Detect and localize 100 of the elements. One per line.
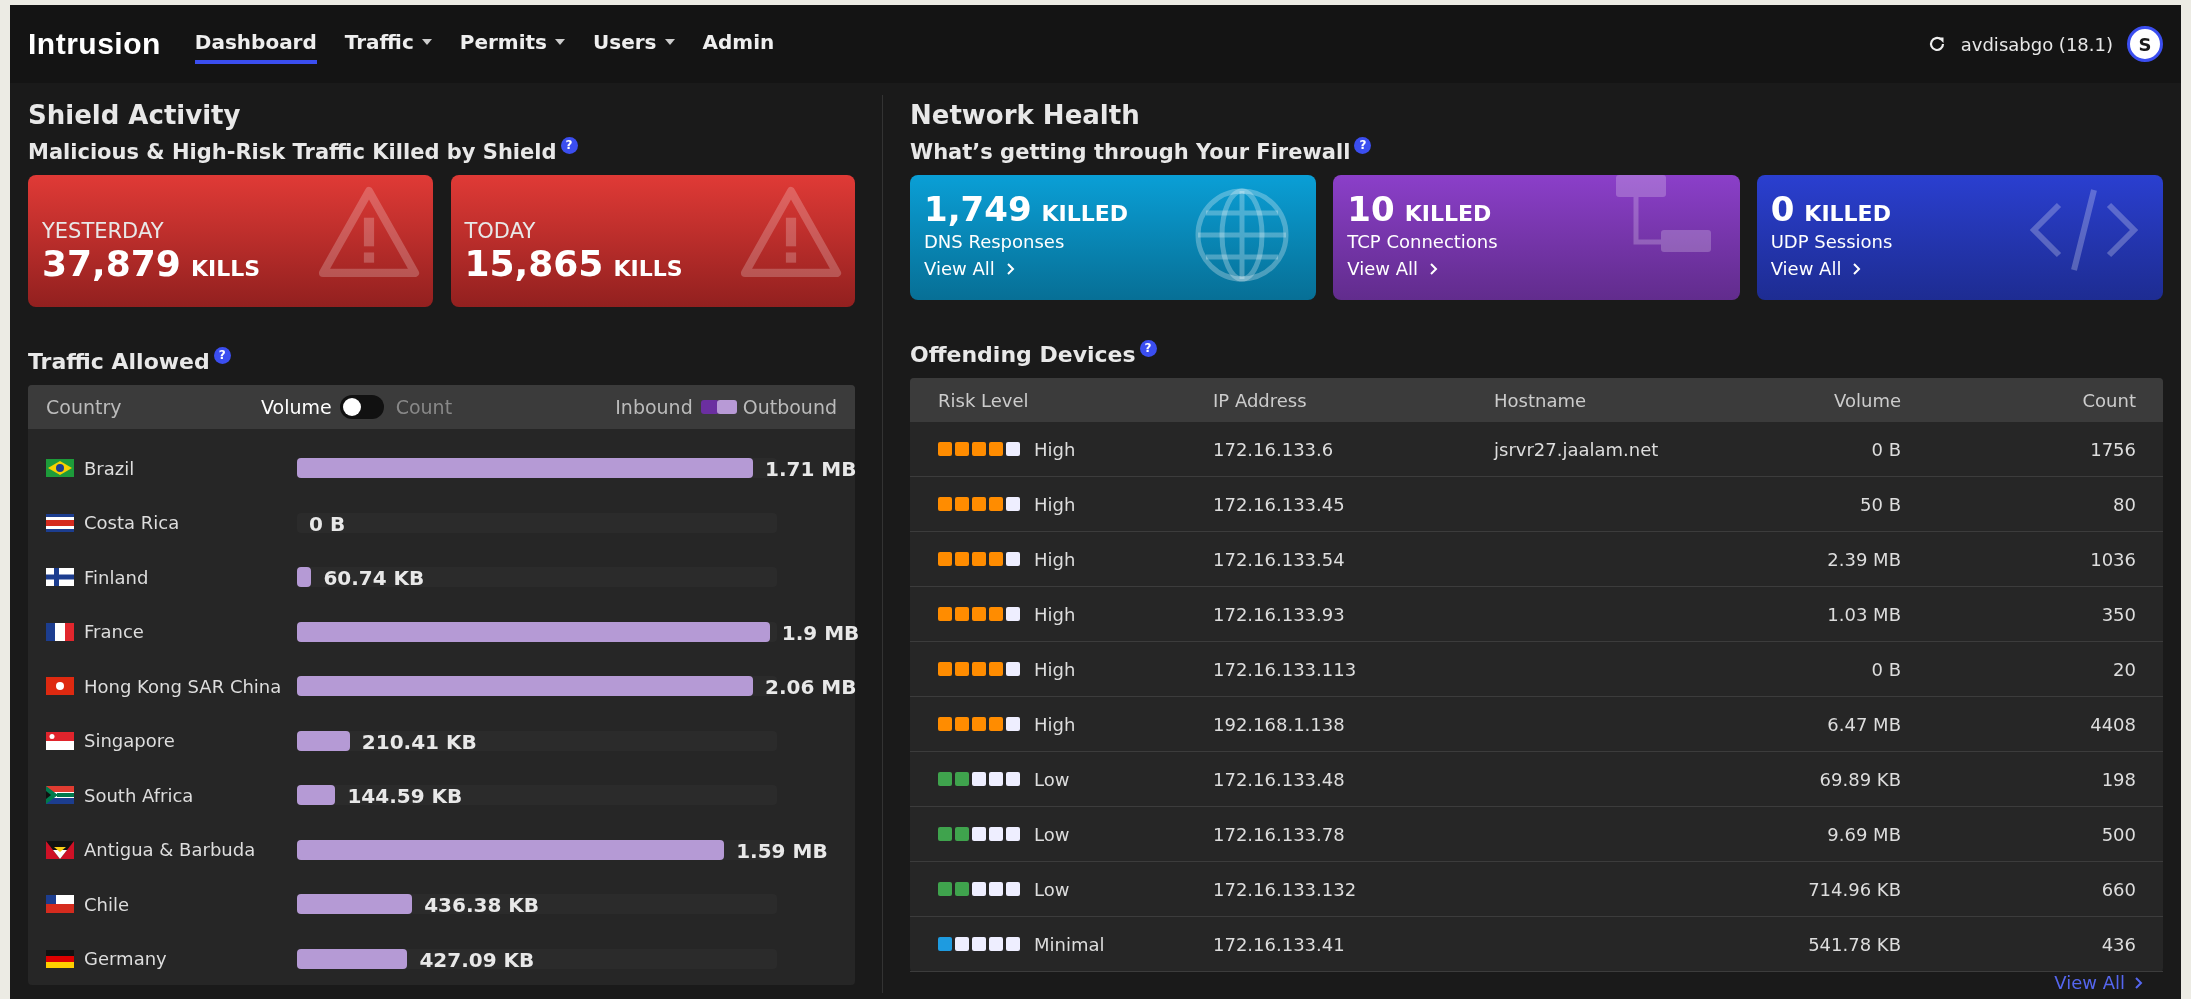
nav-tab[interactable]: Permits bbox=[459, 24, 566, 64]
table-cell-text: 80 bbox=[2112, 493, 2136, 515]
table-cell-text: 172.16.133.45 bbox=[1213, 493, 1346, 515]
toggle-switch[interactable] bbox=[339, 395, 384, 419]
risk-label: High bbox=[1034, 713, 1076, 735]
column-header: Volume bbox=[1833, 389, 1901, 411]
killed-count: 10 bbox=[1347, 189, 1395, 229]
risk-label: High bbox=[1034, 438, 1076, 460]
view-all-link[interactable]: View All bbox=[1347, 258, 1439, 279]
killed-unit: KILLED bbox=[1041, 201, 1129, 226]
user-avatar[interactable]: S bbox=[2127, 26, 2163, 62]
risk-square bbox=[1006, 772, 1020, 786]
country-name: Brazil bbox=[84, 457, 136, 479]
risk-square bbox=[972, 442, 986, 456]
table-cell-text: 0 B bbox=[1870, 658, 1901, 680]
risk-square bbox=[989, 772, 1003, 786]
risk-square bbox=[955, 497, 969, 511]
table-cell-text: 20 bbox=[2112, 658, 2136, 680]
risk-square bbox=[955, 827, 969, 841]
table-cell-text: 172.16.133.93 bbox=[1213, 603, 1346, 625]
view-all-link[interactable]: View All bbox=[2054, 972, 2143, 993]
flag-icon bbox=[46, 622, 74, 641]
risk-square bbox=[972, 497, 986, 511]
country-name: Hong Kong SAR China bbox=[84, 675, 283, 697]
killed-count: 1,749 bbox=[924, 189, 1032, 229]
table-cell-text: 2.39 MB bbox=[1826, 548, 1901, 570]
help-badge[interactable]: ? bbox=[213, 347, 231, 364]
user-name[interactable]: avdisabgo (18.1) bbox=[1960, 33, 2113, 55]
risk-square bbox=[1006, 442, 1020, 456]
section-title: Shield Activity bbox=[28, 99, 242, 132]
risk-label: Minimal bbox=[1034, 933, 1105, 955]
risk-label: High bbox=[1034, 658, 1076, 680]
section-title: Offending Devices bbox=[910, 341, 1136, 369]
country-name: South Africa bbox=[84, 784, 195, 806]
brand-logo[interactable]: Intrusion bbox=[28, 27, 161, 61]
table-cell-text: 0 B bbox=[1870, 438, 1901, 460]
table-cell-text: 660 bbox=[2100, 878, 2136, 900]
table-cell-text: 172.16.133.6 bbox=[1213, 438, 1335, 460]
country-name: Costa Rica bbox=[84, 512, 181, 534]
country-name: Antigua & Barbuda bbox=[84, 839, 257, 861]
column-header: Country bbox=[46, 396, 123, 418]
risk-square bbox=[972, 717, 986, 731]
traffic-value: 2.06 MB bbox=[765, 675, 857, 700]
risk-square bbox=[972, 827, 986, 841]
toggle-label: Count bbox=[395, 396, 453, 418]
table-cell-text: 4408 bbox=[2089, 713, 2136, 735]
flag-icon bbox=[46, 459, 74, 478]
caret-icon bbox=[664, 39, 675, 45]
period-label: YESTERDAY bbox=[42, 219, 165, 243]
traffic-value: 1.71 MB bbox=[765, 457, 857, 482]
nav-tab[interactable]: Traffic bbox=[344, 24, 432, 64]
risk-square bbox=[1006, 827, 1020, 841]
legend-swatch bbox=[700, 400, 737, 414]
nav-tab[interactable]: Admin bbox=[702, 24, 775, 64]
risk-square bbox=[989, 442, 1003, 456]
view-all-link[interactable]: View All bbox=[924, 258, 1015, 279]
section-subtitle: What’s getting through Your Firewall bbox=[910, 139, 1351, 166]
help-badge[interactable]: ? bbox=[1354, 137, 1372, 154]
table-cell-text: 69.89 KB bbox=[1818, 768, 1901, 790]
help-badge[interactable]: ? bbox=[560, 137, 578, 154]
killed-unit: KILLED bbox=[1804, 201, 1891, 226]
table-cell-text: 1756 bbox=[2089, 438, 2136, 460]
risk-label: High bbox=[1034, 548, 1076, 570]
nav-tab[interactable]: Users bbox=[593, 24, 675, 64]
risk-square bbox=[989, 827, 1003, 841]
flag-icon bbox=[46, 677, 74, 696]
flag-icon bbox=[46, 513, 74, 532]
nav-tab[interactable]: Dashboard bbox=[194, 24, 317, 64]
killed-unit: KILLED bbox=[1404, 201, 1492, 226]
table-cell-text: 9.69 MB bbox=[1826, 823, 1901, 845]
section-title: Network Health bbox=[910, 99, 1141, 132]
risk-square bbox=[972, 772, 986, 786]
table-cell-text: 50 B bbox=[1859, 493, 1901, 515]
stat-label: UDP Sessions bbox=[1770, 231, 1894, 252]
risk-square bbox=[1006, 717, 1020, 731]
table-cell-text: jsrvr27.jaalam.net bbox=[1494, 438, 1660, 460]
risk-square bbox=[955, 607, 969, 621]
section-title: Traffic Allowed bbox=[28, 348, 210, 376]
chevron-icon bbox=[2135, 976, 2143, 989]
traffic-value: 1.59 MB bbox=[736, 838, 828, 863]
risk-label: Low bbox=[1034, 878, 1070, 900]
risk-square bbox=[989, 607, 1003, 621]
country-name: Germany bbox=[84, 948, 168, 970]
killed-count: 0 bbox=[1770, 189, 1795, 229]
country-name: Singapore bbox=[84, 730, 176, 752]
kill-count: 15,865 bbox=[464, 243, 604, 284]
flag-icon bbox=[46, 895, 74, 914]
risk-square bbox=[1006, 937, 1020, 951]
table-cell-text: 1036 bbox=[2089, 548, 2136, 570]
table-cell-text: 172.16.133.78 bbox=[1213, 823, 1346, 845]
risk-square bbox=[972, 607, 986, 621]
help-badge[interactable]: ? bbox=[1139, 340, 1157, 357]
risk-square bbox=[972, 882, 986, 896]
traffic-value: 1.9 MB bbox=[781, 620, 860, 645]
table-cell-text: 500 bbox=[2100, 823, 2136, 845]
view-all-link[interactable]: View All bbox=[1770, 258, 1862, 279]
chevron-icon bbox=[1006, 262, 1015, 275]
risk-square bbox=[989, 717, 1003, 731]
kill-unit: KILLS bbox=[613, 256, 683, 281]
period-label: TODAY bbox=[464, 219, 537, 243]
